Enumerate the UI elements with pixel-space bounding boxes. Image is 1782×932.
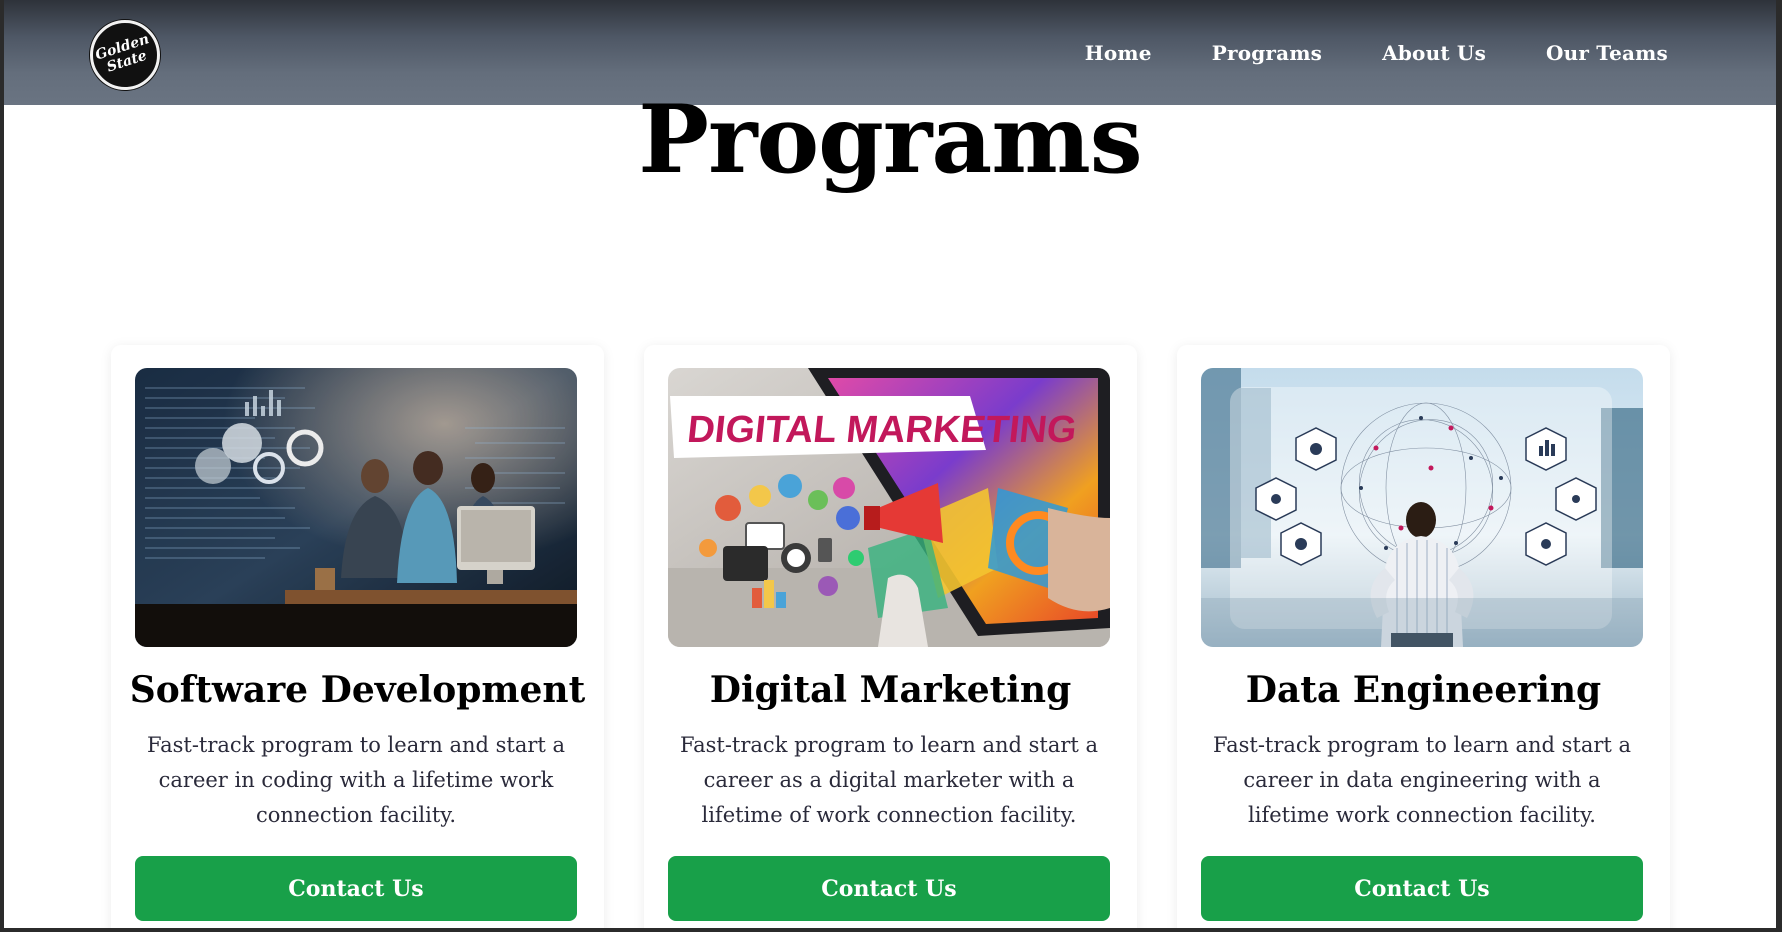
card-description: Fast-track program to learn and start a …	[679, 733, 1099, 827]
page-title: Programs	[638, 85, 1142, 195]
program-card-data-engineering: Data Engineering Fast-track program to l…	[1177, 345, 1670, 928]
logo-text: Golden State	[94, 31, 156, 78]
card-description: Fast-track program to learn and start a …	[146, 733, 566, 827]
contact-us-button[interactable]: Contact Us	[135, 856, 577, 921]
card-title: Software Development	[129, 669, 586, 711]
program-card-software-development: Software Development Fast-track program …	[111, 345, 604, 928]
card-description: Fast-track program to learn and start a …	[1212, 733, 1632, 827]
page: Golden State Home Programs About Us Our …	[4, 0, 1776, 928]
nav-link-home[interactable]: Home	[1085, 41, 1152, 65]
card-title: Data Engineering	[1245, 669, 1602, 711]
contact-us-button[interactable]: Contact Us	[1201, 856, 1643, 921]
digital-marketing-banner-text: DIGITAL MARKETING	[685, 409, 1078, 451]
nav-link-programs[interactable]: Programs	[1212, 41, 1322, 65]
nav-link-about-us[interactable]: About Us	[1382, 41, 1486, 65]
software-development-image	[135, 368, 577, 647]
golden-state-logo-icon[interactable]: Golden State	[90, 20, 160, 90]
browser-viewport: Golden State Home Programs About Us Our …	[0, 0, 1782, 932]
digital-marketing-image: DIGITAL MARKETING	[668, 368, 1110, 647]
program-card-digital-marketing: DIGITAL MARKETING Digital Marketing Fast…	[644, 345, 1137, 928]
data-engineering-image	[1201, 368, 1643, 647]
card-title: Digital Marketing	[709, 669, 1072, 711]
contact-us-button[interactable]: Contact Us	[668, 856, 1110, 921]
nav-link-our-teams[interactable]: Our Teams	[1546, 41, 1668, 65]
